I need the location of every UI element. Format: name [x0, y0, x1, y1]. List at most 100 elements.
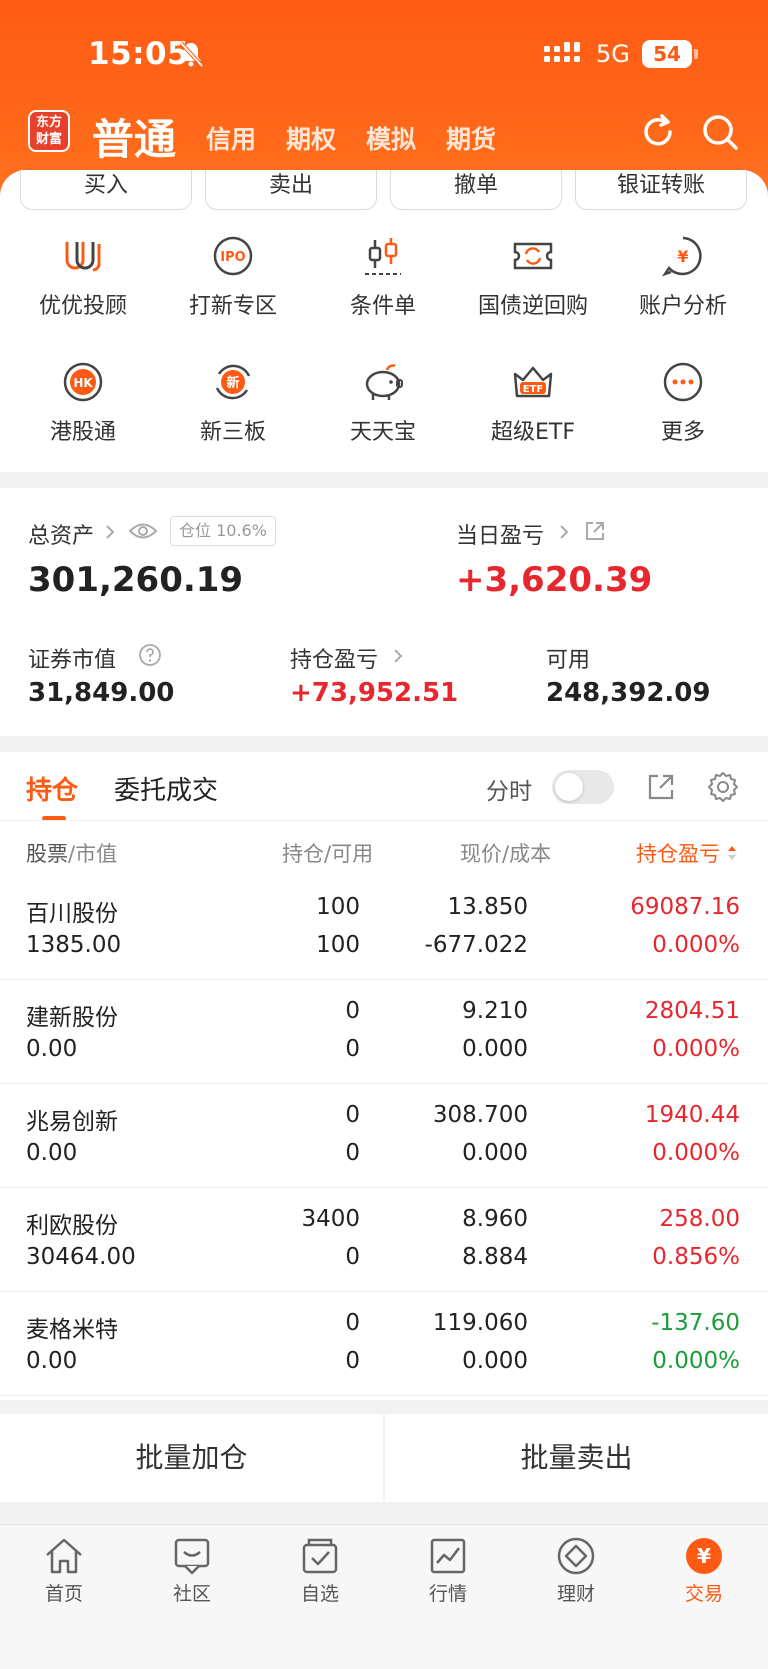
market-value: 0.00: [26, 1036, 78, 1062]
grid-treasury-repo[interactable]: 国债逆回购: [463, 234, 603, 320]
available-qty: 100: [316, 932, 360, 958]
bulk-actions: 批量加仓 批量卖出: [0, 1414, 768, 1502]
tab-orders[interactable]: 委托成交: [114, 770, 218, 807]
grid-conditional-order[interactable]: 条件单: [313, 234, 453, 320]
market-value: 1385.00: [26, 932, 122, 958]
tabbar-community[interactable]: 社区: [142, 1535, 242, 1606]
bottom-tab-bar: 首页 社区 自选 行情 理财 ¥ 交易: [0, 1524, 768, 1669]
hk-icon: HK: [63, 362, 103, 402]
etf-crown-icon: ETF: [513, 366, 553, 398]
search-icon[interactable]: [700, 112, 740, 152]
grid-new-third-board[interactable]: 新 新三板: [163, 360, 303, 446]
market-value: 0.00: [26, 1348, 78, 1374]
grid-super-etf[interactable]: ETF 超级ETF: [463, 360, 603, 446]
grid-ipo[interactable]: IPO 打新专区: [163, 234, 303, 320]
svg-text:ETF: ETF: [523, 384, 543, 395]
tab-futures[interactable]: 期货: [446, 120, 496, 156]
account-type-nav: 东方 财富 普通 信用 期权 模拟 期货: [0, 106, 768, 166]
tab-simulation[interactable]: 模拟: [366, 120, 416, 156]
current-price: 8.960: [462, 1206, 528, 1232]
tab-credit[interactable]: 信用: [206, 120, 256, 156]
status-time: 15:05: [88, 36, 190, 72]
tab-normal[interactable]: 普通: [92, 106, 176, 167]
hold-qty: 3400: [301, 1206, 360, 1232]
candlestick-icon: [365, 238, 401, 275]
market-value-label: 证券市值: [28, 648, 117, 673]
network-type: 5G: [596, 40, 630, 68]
daily-pnl-value: +3,620.39: [456, 560, 653, 600]
hold-qty: 0: [345, 998, 360, 1024]
eye-icon[interactable]: [128, 520, 158, 542]
col-pnl-sort[interactable]: 持仓盈亏: [636, 838, 720, 868]
help-icon[interactable]: [138, 643, 162, 667]
market-value: 0.00: [26, 1140, 78, 1166]
bulk-add-button[interactable]: 批量加仓: [0, 1414, 383, 1502]
stock-name: 麦格米特: [26, 1317, 118, 1343]
holding-pnl-value: +73,952.51: [290, 678, 459, 708]
settings-gear-icon[interactable]: [706, 770, 740, 804]
holding-pnl-pct: 0.856%: [652, 1244, 740, 1270]
current-price: 308.700: [432, 1102, 528, 1128]
grid-tiantianbao[interactable]: 天天宝: [313, 360, 453, 446]
share-out-icon[interactable]: [584, 520, 606, 542]
bell-muted-icon: [179, 41, 204, 68]
tabbar-watchlist[interactable]: 自选: [270, 1535, 370, 1606]
tab-options[interactable]: 期权: [286, 120, 336, 156]
bank-transfer-button[interactable]: 银证转账: [575, 170, 747, 210]
trade-yuan-icon: ¥: [686, 1538, 722, 1574]
tabbar-wealth[interactable]: 理财: [526, 1535, 626, 1606]
holding-row[interactable]: 麦格米特 0.00 0 0 119.060 0.000 -137.60 0.000%: [0, 1292, 768, 1396]
grid-more[interactable]: 更多: [613, 360, 753, 446]
available-qty: 0: [345, 1348, 360, 1374]
export-icon[interactable]: [646, 772, 676, 802]
available-label: 可用: [546, 648, 591, 673]
svg-text:新: 新: [226, 375, 239, 391]
holding-row[interactable]: 建新股份 0.00 0 0 9.210 0.000 2804.51 0.000%: [0, 980, 768, 1084]
total-assets-label[interactable]: 总资产: [28, 518, 94, 550]
cost-price: 0.000: [462, 1140, 528, 1166]
sort-arrows-icon[interactable]: [726, 844, 738, 862]
daily-pnl-label[interactable]: 当日盈亏: [456, 518, 544, 550]
current-price: 119.060: [432, 1310, 528, 1336]
sell-button[interactable]: 卖出: [205, 170, 377, 210]
current-price: 13.850: [447, 894, 528, 920]
hold-qty: 100: [316, 894, 360, 920]
grid-hk-connect[interactable]: HK 港股通: [13, 360, 153, 446]
bulk-sell-button[interactable]: 批量卖出: [385, 1414, 768, 1502]
grid-uu-advisor[interactable]: 优优投顾: [13, 234, 153, 320]
total-assets-value: 301,260.19: [28, 560, 244, 600]
signal-icon: [544, 42, 580, 62]
col-hold: 持仓/可用: [282, 842, 374, 866]
cancel-order-button[interactable]: 撤单: [390, 170, 562, 210]
available-qty: 0: [345, 1244, 360, 1270]
tab-holdings[interactable]: 持仓: [26, 770, 78, 807]
refresh-icon[interactable]: [638, 112, 678, 152]
market-value: 30464.00: [26, 1244, 136, 1270]
holding-row[interactable]: 兆易创新 0.00 0 0 308.700 0.000 1940.44 0.000%: [0, 1084, 768, 1188]
grid-account-analysis[interactable]: ¥ 账户分析: [613, 234, 753, 320]
tabbar-market[interactable]: 行情: [398, 1535, 498, 1606]
quick-actions: 买入 卖出 撤单 银证转账: [20, 170, 748, 210]
more-dots-icon: [663, 362, 703, 402]
cost-price: 0.000: [462, 1036, 528, 1062]
holding-pnl: 2804.51: [644, 998, 740, 1024]
holding-pnl: 1940.44: [644, 1102, 740, 1128]
tabbar-home[interactable]: 首页: [14, 1535, 114, 1606]
new-third-board-icon: 新: [215, 364, 251, 400]
stock-name: 兆易创新: [26, 1109, 118, 1135]
cost-price: 8.884: [462, 1244, 528, 1270]
intraday-toggle[interactable]: [552, 770, 614, 804]
holding-pnl: 69087.16: [630, 894, 740, 920]
holding-pnl-label[interactable]: 持仓盈亏: [290, 642, 378, 674]
col-stock: 股票/市值: [26, 842, 118, 866]
buy-button[interactable]: 买入: [20, 170, 192, 210]
holding-pnl-pct: 0.000%: [652, 1140, 740, 1166]
market-value: 31,849.00: [28, 678, 175, 708]
uu-advisor-icon: [65, 242, 101, 272]
holding-row[interactable]: 利欧股份 30464.00 3400 0 8.960 8.884 258.00 0.856%: [0, 1188, 768, 1292]
stock-name: 建新股份: [26, 1005, 118, 1031]
tabbar-trade[interactable]: ¥ 交易: [654, 1535, 754, 1606]
holding-row[interactable]: 百川股份 1385.00 100 100 13.850 -677.022 69087.16 0…: [0, 876, 768, 980]
hold-qty: 0: [345, 1102, 360, 1128]
available-qty: 0: [345, 1140, 360, 1166]
